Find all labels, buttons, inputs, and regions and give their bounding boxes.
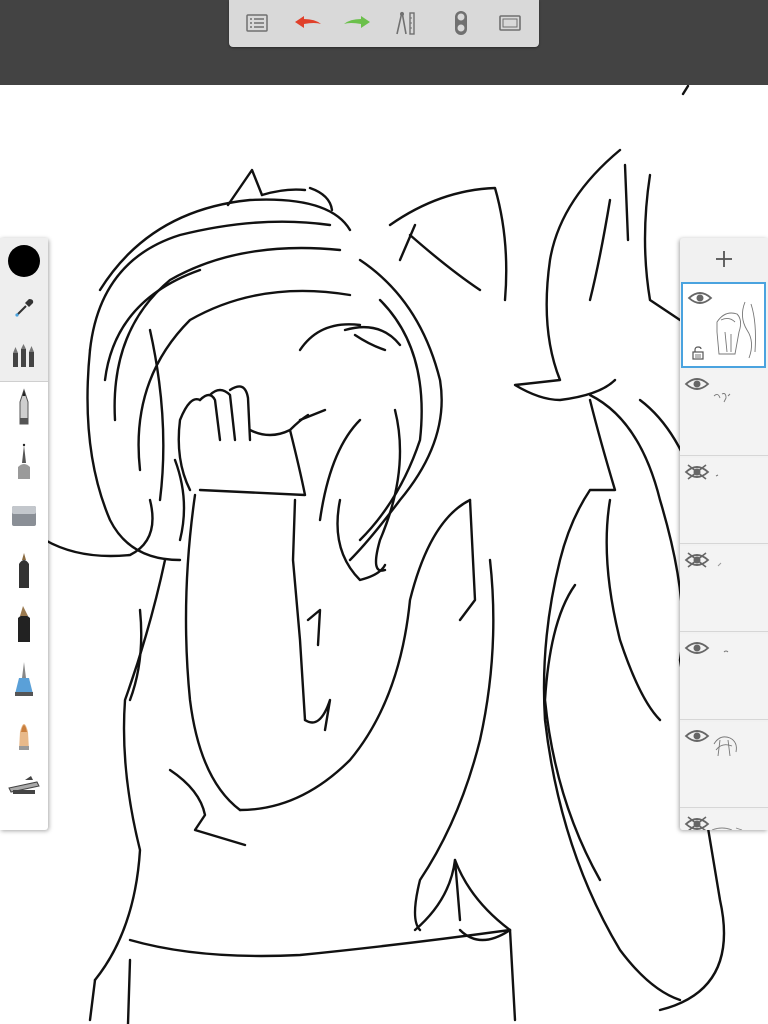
layer-thumbnail	[711, 827, 743, 830]
list-icon	[246, 14, 268, 32]
layer-thumbnail	[723, 650, 729, 653]
fullscreen-button[interactable]	[493, 6, 527, 40]
brush-library-button[interactable]	[6, 336, 42, 376]
redo-arrow-icon	[344, 16, 370, 28]
ballpoint-pen-button[interactable]	[6, 441, 42, 481]
eyedropper-button[interactable]	[6, 288, 42, 328]
frame-icon	[499, 15, 521, 31]
undo-button[interactable]	[291, 6, 325, 40]
layer-2[interactable]	[680, 370, 768, 456]
sketch-drawing	[43, 85, 726, 1024]
top-bar	[0, 0, 768, 85]
eyedropper-icon	[15, 299, 34, 317]
add-layer-button[interactable]	[680, 238, 768, 280]
layer-thumbnail	[716, 301, 756, 359]
chisel-marker-button[interactable]	[6, 604, 42, 644]
redo-button[interactable]	[340, 6, 374, 40]
guides-button[interactable]	[389, 6, 423, 40]
brush-library-icon	[13, 344, 34, 367]
brush-properties-button[interactable]	[444, 6, 478, 40]
pencil-button[interactable]	[6, 388, 42, 428]
layer-4[interactable]	[680, 546, 768, 632]
layer-6[interactable]	[680, 722, 768, 808]
main-toolbar	[229, 0, 539, 47]
airbrush-button[interactable]	[6, 658, 42, 698]
chisel-marker-icon	[18, 606, 30, 642]
paintbrush-button[interactable]	[6, 712, 42, 752]
ballpoint-pen-icon	[18, 443, 30, 479]
smudge-button[interactable]	[6, 766, 42, 806]
layer-thumbnail	[715, 474, 719, 477]
paintbrush-icon	[19, 724, 29, 750]
tool-palette	[0, 238, 48, 830]
layer-7[interactable]	[680, 810, 768, 830]
pencil-icon	[19, 388, 29, 425]
layers-list-button[interactable]	[240, 6, 274, 40]
layer-thumbnail	[713, 736, 737, 757]
tool-palette-header	[0, 238, 48, 382]
eraser-button[interactable]	[6, 496, 42, 536]
current-color-swatch[interactable]	[8, 245, 40, 277]
eraser-icon	[12, 506, 36, 526]
airbrush-icon	[15, 662, 33, 696]
layer-1[interactable]	[681, 282, 766, 368]
layer-thumbnail	[717, 562, 722, 567]
marker-icon	[19, 553, 29, 588]
smudge-icon	[8, 776, 40, 794]
plus-icon	[716, 251, 732, 267]
two-circles-icon	[455, 11, 467, 35]
layer-thumbnail	[713, 393, 731, 403]
undo-arrow-icon	[295, 16, 321, 28]
layer-3[interactable]	[680, 458, 768, 544]
lock-icon[interactable]	[691, 346, 705, 360]
drawing-canvas[interactable]	[0, 85, 768, 1024]
ruler-compass-icon	[396, 11, 415, 35]
layer-5[interactable]	[680, 634, 768, 720]
layers-panel	[680, 238, 768, 830]
marker-button[interactable]	[6, 550, 42, 590]
